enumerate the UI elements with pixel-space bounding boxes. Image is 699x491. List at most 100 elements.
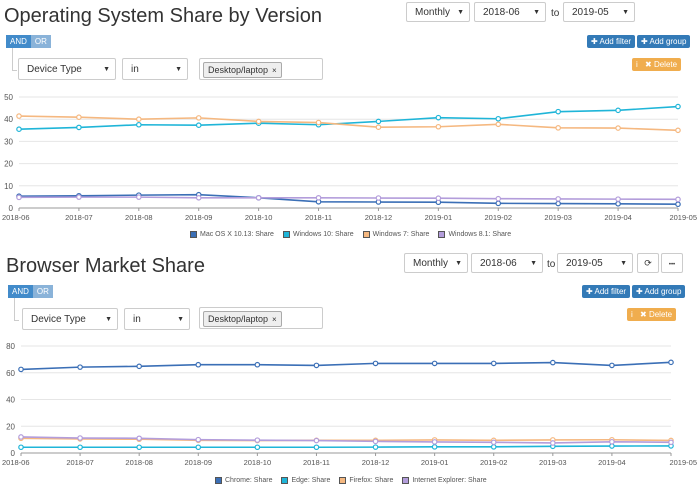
info-icon: i (636, 60, 638, 69)
or-button[interactable]: OR (32, 285, 53, 298)
operator-select[interactable]: in ▼ (122, 58, 188, 80)
period-value: Monthly (413, 258, 449, 269)
date-to-value: 2019-05 (572, 7, 609, 18)
data-point (195, 361, 202, 368)
x-tick-label: 2019-04 (604, 213, 632, 222)
data-point (615, 107, 621, 114)
y-tick-label: 40 (4, 115, 13, 124)
data-point (490, 439, 497, 446)
operator-select[interactable]: in ▼ (124, 308, 190, 330)
field-value: Device Type (31, 314, 86, 325)
y-tick-label: 20 (6, 422, 15, 431)
more-options-button[interactable]: ••• (661, 253, 683, 273)
chevron-down-icon: ▼ (103, 66, 110, 73)
data-point (313, 437, 320, 444)
operator-value: in (131, 64, 139, 75)
data-point (668, 359, 674, 366)
data-point (16, 194, 22, 201)
legend-item[interactable]: Edge: Share (281, 477, 330, 484)
data-point (435, 114, 442, 121)
data-point (136, 116, 142, 123)
value-tag-input[interactable]: Desktop/laptop × (199, 307, 323, 329)
or-button[interactable]: OR (30, 35, 51, 48)
add-group-button[interactable]: ✚ Add group (632, 285, 686, 298)
delete-button[interactable]: i ✖ Delete (632, 58, 682, 71)
browser-share-chart: 0 20 40 60 80 2018-06 2018-07 2018-08 2018-09 201… (2, 342, 697, 467)
add-filter-label: Add filter (599, 37, 632, 46)
x-tick-label: 2018-12 (362, 458, 390, 467)
section-title: Operating System Share by Version (4, 5, 322, 27)
data-point (431, 360, 438, 367)
data-point (609, 438, 615, 445)
data-point (675, 103, 681, 110)
legend-swatch (215, 477, 222, 484)
data-point (490, 360, 497, 367)
chevron-down-icon: ▼ (105, 316, 112, 323)
data-point (615, 125, 621, 131)
add-filter-button[interactable]: ✚ Add filter (582, 285, 631, 298)
date-from-select[interactable]: 2018-06 ▼ (474, 2, 546, 22)
and-button[interactable]: AND (8, 285, 33, 298)
refresh-button[interactable]: ⟳ (637, 253, 659, 273)
data-point (431, 444, 438, 450)
legend-item[interactable]: Windows 8.1: Share (438, 231, 511, 238)
data-point (615, 196, 621, 202)
data-point (18, 366, 24, 373)
value-tag: Desktop/laptop × (203, 62, 282, 78)
legend-label: Windows 10: Share (292, 231, 354, 238)
series-line (20, 361, 672, 371)
y-tick-label: 0 (9, 204, 14, 213)
to-label: to (547, 259, 556, 270)
and-or-toggle: AND OR (8, 285, 53, 298)
date-from-select[interactable]: 2018-06 ▼ (471, 253, 543, 273)
legend-item[interactable]: Windows 7: Share (362, 231, 429, 238)
remove-tag-icon[interactable]: × (272, 315, 277, 324)
x-tick-label: 2018-11 (305, 213, 332, 222)
y-tick-label: 10 (4, 182, 13, 191)
data-point (495, 115, 502, 122)
delete-button[interactable]: i ✖ Delete (627, 308, 677, 321)
x-tick-label: 2018-07 (65, 213, 93, 222)
add-group-button[interactable]: ✚ Add group (637, 35, 691, 48)
info-icon: i (631, 310, 633, 319)
value-tag: Desktop/laptop × (203, 311, 282, 327)
data-point (555, 200, 561, 207)
data-point (550, 359, 556, 366)
remove-tag-icon[interactable]: × (272, 66, 277, 75)
legend-item[interactable]: Internet Explorer: Share (402, 477, 487, 484)
legend-item[interactable]: Firefox: Share (339, 477, 393, 484)
data-point (375, 195, 382, 201)
data-point (195, 436, 202, 443)
date-to-select[interactable]: 2019-05 ▼ (557, 253, 633, 273)
and-button[interactable]: AND (6, 35, 31, 48)
data-point (136, 121, 142, 128)
legend-swatch (339, 477, 347, 484)
field-value: Device Type (27, 64, 82, 75)
y-tick-label: 50 (4, 93, 13, 102)
delete-label: Delete (648, 310, 673, 319)
data-point (495, 195, 502, 202)
date-from-value: 2018-06 (480, 258, 517, 269)
value-tag-input[interactable]: Desktop/laptop × (199, 58, 323, 80)
chevron-down-icon: ▼ (622, 9, 629, 16)
data-point (372, 360, 379, 367)
legend-swatch (281, 477, 289, 484)
x-tick-label: 2019-04 (598, 458, 626, 467)
legend-label: Internet Explorer: Share (412, 477, 487, 484)
data-point (77, 435, 83, 441)
data-point (431, 439, 438, 445)
period-select[interactable]: Monthly ▼ (406, 2, 470, 22)
legend-item[interactable]: Windows 10: Share (282, 231, 354, 238)
legend-item[interactable]: Chrome: Share (215, 477, 272, 484)
data-point (375, 124, 382, 130)
legend-swatch (362, 231, 370, 238)
date-to-select[interactable]: 2019-05 ▼ (563, 2, 635, 22)
delete-label: Delete (653, 60, 678, 69)
add-filter-button[interactable]: ✚ Add filter (587, 35, 636, 48)
y-tick-label: 40 (6, 396, 15, 405)
period-select[interactable]: Monthly ▼ (404, 253, 468, 273)
data-point (435, 195, 442, 202)
legend-item[interactable]: Mac OS X 10.13: Share (190, 231, 274, 238)
field-select[interactable]: Device Type ▼ (22, 308, 118, 330)
field-select[interactable]: Device Type ▼ (18, 58, 116, 80)
